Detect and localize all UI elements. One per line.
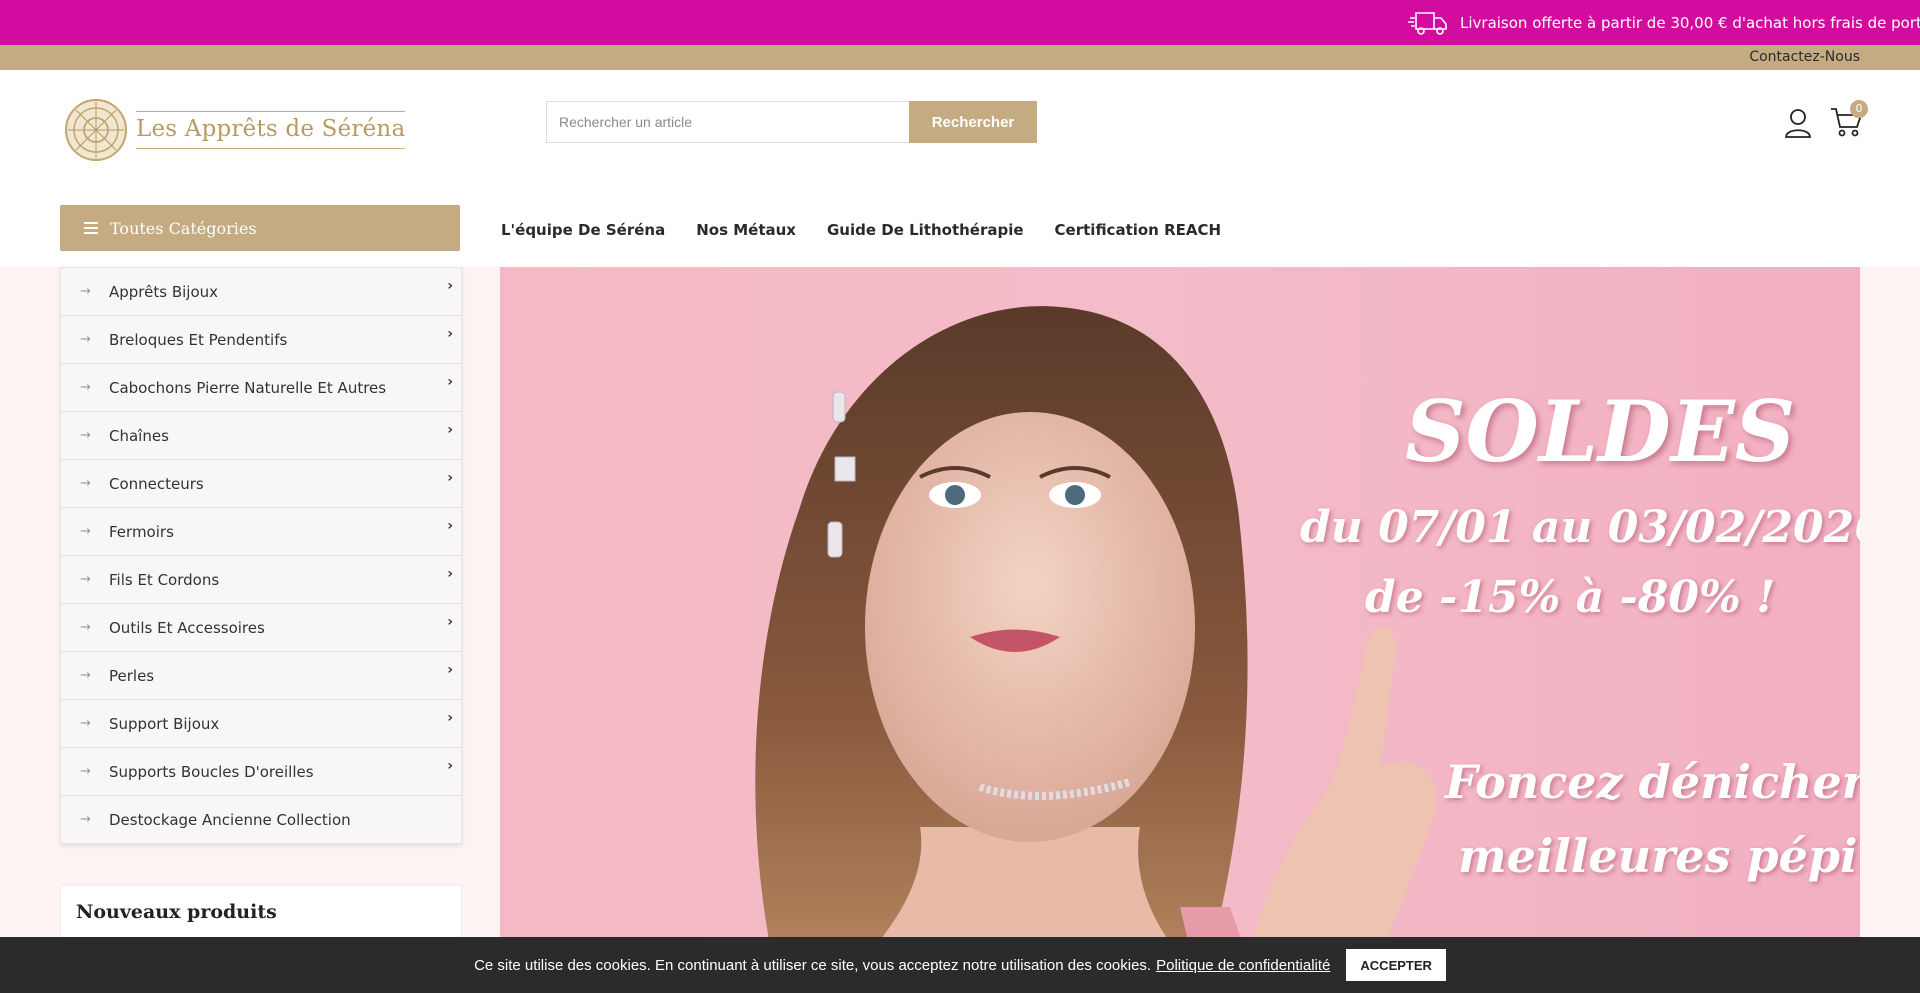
chevron-right-icon: › <box>447 470 453 486</box>
category-label: Perles <box>109 666 155 685</box>
category-sidebar: → Apprêts Bijoux › → Breloques Et Pendentif… <box>60 267 462 845</box>
arrow-right-icon: → <box>80 524 91 539</box>
utility-bar: Contactez-Nous <box>0 45 1920 70</box>
site-header: Les Apprêts de Séréna Rechercher 0 <box>0 70 1920 193</box>
arrow-right-icon: → <box>80 476 91 491</box>
cart-button[interactable]: 0 <box>1830 100 1868 142</box>
banner-title: SOLDES <box>1405 382 1796 481</box>
chevron-right-icon: › <box>447 278 453 294</box>
all-categories-label: Toutes Catégories <box>110 218 257 238</box>
category-item[interactable]: → Chaînes › <box>61 412 461 460</box>
search-button[interactable]: Rechercher <box>909 101 1037 143</box>
arrow-right-icon: → <box>80 428 91 443</box>
banner-tagline-2: meilleures pépites <box>1458 829 1860 883</box>
hero-banner[interactable]: SOLDES du 07/01 au 03/02/2026 de -15% à … <box>500 267 1860 993</box>
nav-link-lithotherapie[interactable]: Guide De Lithothérapie <box>827 221 1024 239</box>
category-label: Supports Boucles D'oreilles <box>109 762 314 781</box>
model-photo <box>755 306 1437 993</box>
arrow-right-icon: → <box>80 668 91 683</box>
category-label: Outils Et Accessoires <box>109 618 265 637</box>
category-item[interactable]: → Supports Boucles D'oreilles › <box>61 748 461 796</box>
logo-text: Les Apprêts de Séréna <box>136 111 406 149</box>
main-nav-row: Toutes Catégories L'équipe De Séréna Nos… <box>0 192 1920 267</box>
category-item[interactable]: → Cabochons Pierre Naturelle Et Autres › <box>61 364 461 412</box>
nav-link-equipe[interactable]: L'équipe De Séréna <box>501 221 665 239</box>
category-item[interactable]: → Connecteurs › <box>61 460 461 508</box>
category-item[interactable]: → Apprêts Bijoux › <box>61 268 461 316</box>
logo-emblem-icon <box>65 99 127 161</box>
main-content: → Apprêts Bijoux › → Breloques Et Pendentif… <box>0 267 1920 993</box>
category-item[interactable]: → Fermoirs › <box>61 508 461 556</box>
contact-link[interactable]: Contactez-Nous <box>1749 45 1860 70</box>
category-item[interactable]: → Fils Et Cordons › <box>61 556 461 604</box>
promo-bar: Livraison offerte à partir de 30,00 € d'… <box>0 0 1920 45</box>
nav-link-metaux[interactable]: Nos Métaux <box>696 221 796 239</box>
promo-text: Livraison offerte à partir de 30,00 € d'… <box>1460 13 1920 32</box>
category-item[interactable]: → Perles › <box>61 652 461 700</box>
accept-cookies-button[interactable]: ACCEPTER <box>1346 949 1446 981</box>
category-label: Cabochons Pierre Naturelle Et Autres <box>109 378 387 397</box>
chevron-right-icon: › <box>447 662 453 678</box>
chevron-right-icon: › <box>447 374 453 390</box>
chevron-right-icon: › <box>447 614 453 630</box>
arrow-right-icon: → <box>80 284 91 299</box>
chevron-right-icon: › <box>447 518 453 534</box>
category-item[interactable]: → Support Bijoux › <box>61 700 461 748</box>
all-categories-button[interactable]: Toutes Catégories <box>60 205 460 251</box>
arrow-right-icon: → <box>80 620 91 635</box>
category-item[interactable]: → Breloques Et Pendentifs › <box>61 316 461 364</box>
category-label: Support Bijoux <box>109 714 220 733</box>
category-label: Connecteurs <box>109 474 204 493</box>
cookie-text: Ce site utilise des cookies. En continua… <box>474 956 1152 974</box>
main-menu: L'équipe De Séréna Nos Métaux Guide De L… <box>501 192 1252 267</box>
category-label: Fils Et Cordons <box>109 570 220 589</box>
banner-tagline-1: Foncez dénicher les <box>1445 755 1860 809</box>
arrow-right-icon: → <box>80 812 91 827</box>
privacy-policy-link[interactable]: Politique de confidentialité <box>1156 957 1330 974</box>
hamburger-icon <box>84 222 98 234</box>
chevron-right-icon: › <box>447 758 453 774</box>
arrow-right-icon: → <box>80 572 91 587</box>
category-label: Destockage Ancienne Collection <box>109 810 351 829</box>
banner-discount: de -15% à -80% ! <box>1365 572 1776 623</box>
search-input[interactable] <box>546 101 909 143</box>
truck-icon <box>1408 11 1447 35</box>
account-icon[interactable] <box>1784 108 1812 142</box>
category-label: Chaînes <box>109 426 169 445</box>
chevron-right-icon: › <box>447 422 453 438</box>
arrow-right-icon: → <box>80 332 91 347</box>
promo-message: Livraison offerte à partir de 30,00 € d'… <box>1408 0 1920 45</box>
arrow-right-icon: → <box>80 764 91 779</box>
chevron-right-icon: › <box>447 326 453 342</box>
cookie-banner: Ce site utilise des cookies. En continua… <box>0 937 1920 993</box>
category-label: Fermoirs <box>109 522 174 541</box>
category-item[interactable]: → Destockage Ancienne Collection <box>61 796 461 844</box>
category-label: Apprêts Bijoux <box>109 282 219 301</box>
chevron-right-icon: › <box>447 710 453 726</box>
arrow-right-icon: → <box>80 716 91 731</box>
arrow-right-icon: → <box>80 380 91 395</box>
cart-count-badge: 0 <box>1850 100 1868 118</box>
site-logo[interactable]: Les Apprêts de Séréna <box>64 98 406 162</box>
search-form: Rechercher <box>546 101 1037 143</box>
category-label: Breloques Et Pendentifs <box>109 330 288 349</box>
nav-link-reach[interactable]: Certification REACH <box>1055 221 1222 239</box>
banner-dates: du 07/01 au 03/02/2026 <box>1300 502 1860 553</box>
new-products-title: Nouveaux produits <box>76 901 277 923</box>
category-item[interactable]: → Outils Et Accessoires › <box>61 604 461 652</box>
chevron-right-icon: › <box>447 566 453 582</box>
